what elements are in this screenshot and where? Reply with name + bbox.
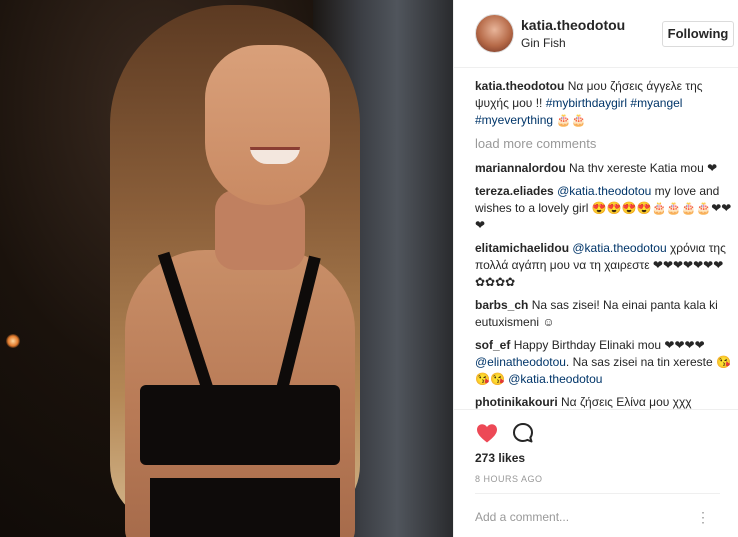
mention-link[interactable]: @katia.theodotou — [557, 184, 651, 198]
caption-username[interactable]: katia.theodotou — [475, 79, 564, 93]
comment-item: tereza.eliades @katia.theodotou my love … — [475, 183, 733, 234]
comment-username[interactable]: photinikakouri — [475, 395, 558, 409]
following-button[interactable]: Following — [662, 21, 734, 47]
avatar[interactable] — [475, 14, 514, 53]
hashtag-link[interactable]: #mybirthdaygirl — [546, 96, 627, 110]
heart-shape — [477, 424, 497, 443]
photo-candle-light — [6, 334, 20, 348]
add-comment-input[interactable] — [475, 509, 685, 525]
post-side-panel: katia.theodotou Gin Fish Following katia… — [453, 0, 738, 537]
comment-username[interactable]: tereza.eliades — [475, 184, 554, 198]
comment-text: Happy Birthday Elinaki mou ❤❤❤❤ — [513, 338, 705, 352]
hashtag-link[interactable]: #myangel — [630, 96, 682, 110]
comment-username[interactable]: mariannalordou — [475, 161, 566, 175]
comments-list: katia.theodotou Να μου ζήσεις άγγελε της… — [475, 78, 733, 417]
caption: katia.theodotou Να μου ζήσεις άγγελε της… — [475, 78, 733, 129]
photo-black-top-lower — [150, 478, 340, 537]
comment-item: mariannalordou Na thv xereste Katia mou … — [475, 160, 733, 177]
photo-black-top — [140, 385, 340, 465]
comment-username[interactable]: barbs_ch — [475, 298, 528, 312]
post-photo[interactable] — [0, 0, 453, 537]
comment-text: Να ζήσεις Ελίνα μου χχχ — [561, 395, 692, 409]
more-options-icon[interactable]: ⋮ — [696, 509, 710, 525]
mention-link[interactable]: @katia.theodotou — [508, 372, 602, 386]
comment-rows: mariannalordou Na thv xereste Katia mou … — [475, 160, 733, 411]
comment-text: Na thv xereste Katia mou ❤ — [569, 161, 718, 175]
comment-username[interactable]: sof_ef — [475, 338, 510, 352]
comment-username[interactable]: elitamichaelidou — [475, 241, 569, 255]
username-link[interactable]: katia.theodotou — [521, 17, 625, 33]
comment-item: sof_ef Happy Birthday Elinaki mou ❤❤❤❤ @… — [475, 337, 733, 388]
likes-count[interactable]: 273 likes — [475, 451, 525, 465]
post-header: katia.theodotou Gin Fish Following — [454, 0, 738, 68]
photo-face — [205, 45, 330, 205]
actions-divider — [454, 409, 738, 411]
location-link[interactable]: Gin Fish — [521, 36, 566, 50]
hashtag-link[interactable]: #myeverything — [475, 113, 553, 127]
mention-link[interactable]: @katia.theodotou — [572, 241, 666, 255]
post-timestamp[interactable]: 8 HOURS AGO — [475, 474, 543, 484]
comment-bubble-icon[interactable] — [511, 421, 535, 445]
comment-item: barbs_ch Na sas zisei! Na einai panta ka… — [475, 297, 733, 331]
comment-item: elitamichaelidou @katia.theodotou χρόνια… — [475, 240, 733, 291]
instagram-post-modal: katia.theodotou Gin Fish Following katia… — [0, 0, 738, 537]
load-more-comments[interactable]: load more comments — [475, 135, 733, 152]
caption-end: 🎂🎂 — [553, 113, 587, 127]
heart-icon[interactable] — [475, 421, 499, 445]
comment-bubble-shape — [513, 423, 533, 443]
add-comment-divider — [475, 493, 720, 494]
mention-link[interactable]: @elinatheodotou — [475, 355, 566, 369]
